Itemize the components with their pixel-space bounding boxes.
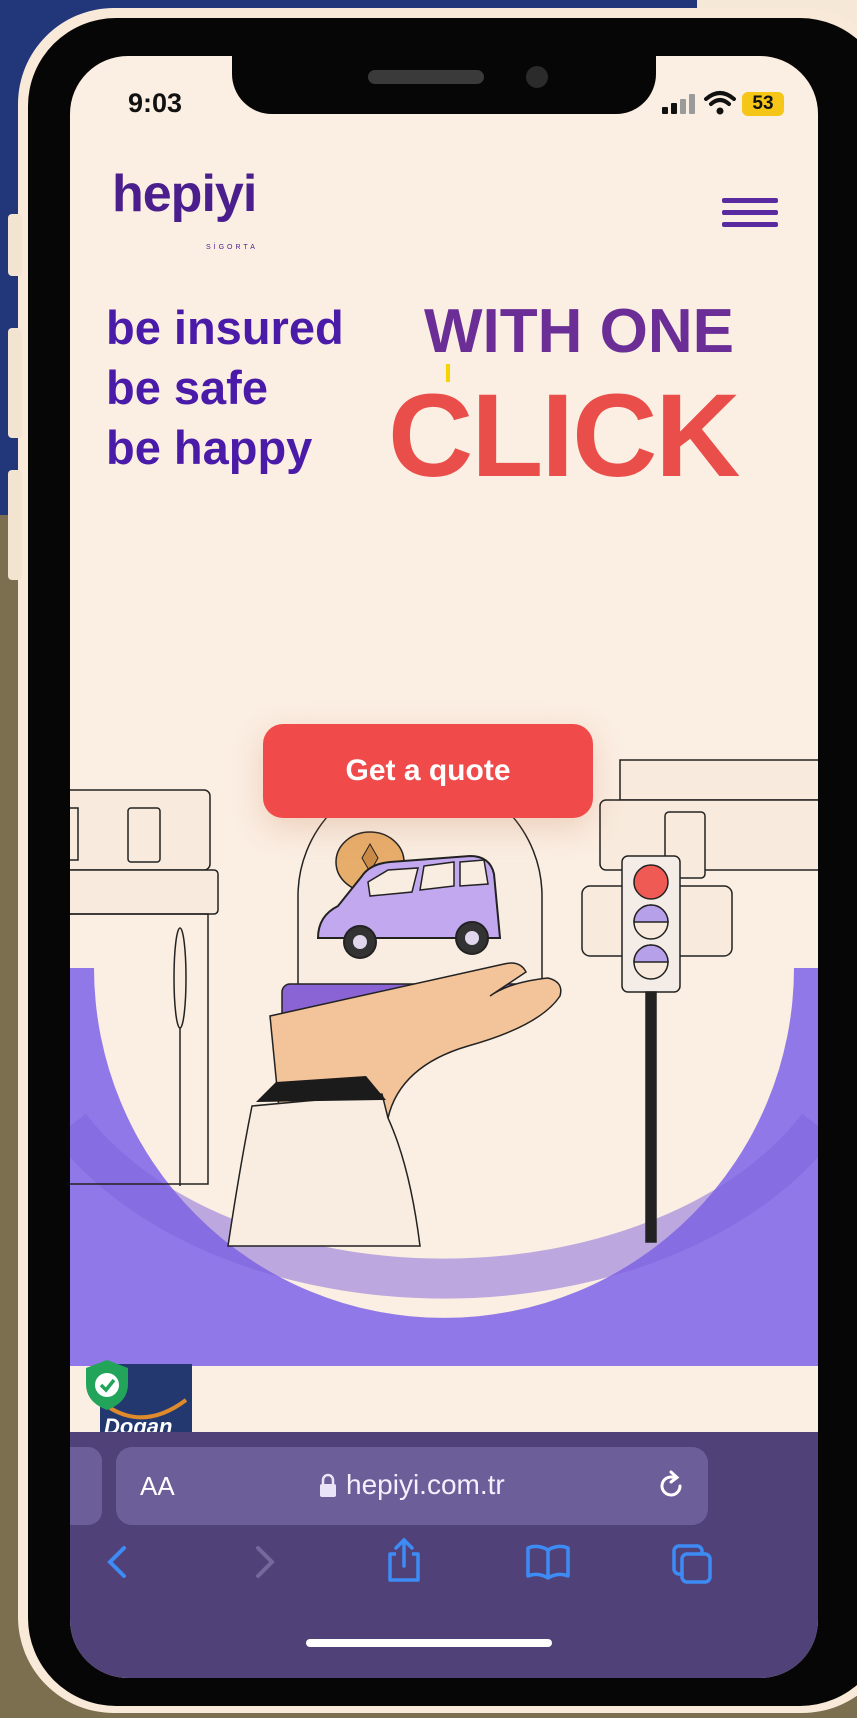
previous-tab-preview[interactable] (70, 1447, 102, 1525)
front-camera (526, 66, 548, 88)
forward-icon[interactable] (248, 1542, 282, 1582)
tagline-happy: be happy (106, 421, 313, 474)
partner-badge[interactable]: Dogan (84, 1358, 194, 1439)
status-time: 9:03 (128, 88, 183, 118)
volume-up-button (8, 328, 22, 438)
mute-switch (8, 214, 22, 276)
back-icon[interactable] (100, 1542, 134, 1582)
home-indicator[interactable] (306, 1639, 552, 1647)
battery-icon: 53 (742, 92, 784, 116)
text-size-button[interactable]: AA (140, 1471, 175, 1502)
notch (232, 56, 656, 114)
url-text[interactable]: hepiyi.com.tr (346, 1469, 505, 1501)
bookmarks-icon[interactable] (524, 1542, 572, 1582)
address-bar[interactable]: AA hepiyi.com.tr (116, 1447, 708, 1525)
speaker (368, 70, 484, 84)
text-cursor (446, 364, 450, 382)
reload-icon[interactable] (654, 1469, 688, 1503)
logo-subtitle: SİGORTA (206, 244, 258, 251)
headline-click: CLICK (388, 370, 741, 502)
wifi-icon (704, 91, 736, 115)
shield-check-icon (86, 1360, 128, 1410)
site-logo[interactable]: hepiyi (112, 164, 257, 224)
headline-with-one: WITH ONE (424, 297, 734, 366)
tagline-insured: be insured (106, 301, 344, 354)
tabs-icon[interactable] (670, 1542, 714, 1586)
phone-screen: 9:03 53 hepiyi SİGORTA be insured be saf… (70, 56, 818, 1678)
hero-illustration (70, 759, 818, 1366)
menu-icon[interactable] (722, 198, 778, 232)
tagline-safe: be safe (106, 361, 268, 414)
share-icon[interactable] (384, 1536, 424, 1584)
signal-icon (662, 94, 696, 114)
lock-icon (320, 1473, 336, 1497)
volume-down-button (8, 470, 22, 580)
get-quote-button[interactable]: Get a quote (263, 724, 593, 818)
